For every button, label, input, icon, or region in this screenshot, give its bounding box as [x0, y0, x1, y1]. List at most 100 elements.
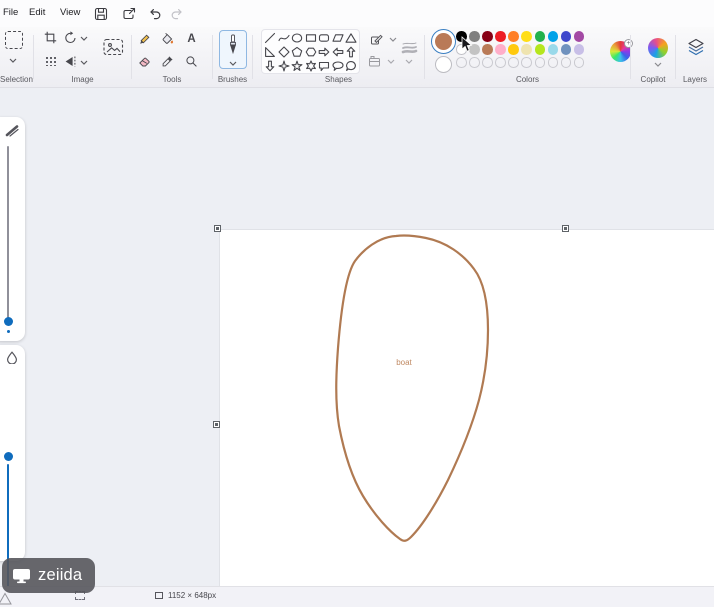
star-four-shape-icon[interactable]: [277, 59, 291, 73]
stroke-size-icon[interactable]: [400, 40, 418, 54]
palette-swatch[interactable]: [534, 31, 546, 42]
arrow-down-shape-icon[interactable]: [263, 59, 277, 73]
custom-color-slot[interactable]: [534, 57, 546, 68]
freehand-drawing: [335, 234, 490, 542]
share-icon[interactable]: [120, 5, 137, 22]
eraser-icon[interactable]: [138, 55, 151, 68]
menu-file[interactable]: File: [3, 7, 18, 18]
save-icon[interactable]: [92, 5, 109, 22]
primary-color-swatch[interactable]: [431, 29, 456, 54]
palette-swatch[interactable]: [547, 44, 559, 55]
size-slider-thumb[interactable]: [3, 317, 13, 326]
palette-swatch[interactable]: [482, 31, 493, 42]
color-picker-icon[interactable]: [161, 55, 174, 68]
speech-oval-shape-icon[interactable]: [331, 59, 345, 73]
selection-tool[interactable]: [5, 31, 23, 49]
secondary-color-swatch[interactable]: [435, 56, 452, 73]
parallelogram-shape-icon[interactable]: [331, 31, 345, 45]
speech-round-shape-icon[interactable]: [344, 59, 358, 73]
speech-rectangle-shape-icon[interactable]: [317, 59, 331, 73]
arrow-right-shape-icon[interactable]: [317, 45, 331, 59]
curve-shape-icon[interactable]: [277, 31, 291, 45]
rounded-rectangle-shape-icon[interactable]: [317, 31, 331, 45]
canvas-handle-left-middle[interactable]: [213, 421, 220, 428]
diamond-shape-icon[interactable]: [277, 45, 291, 59]
line-shape-icon[interactable]: [263, 31, 277, 45]
shape-fill-chevron-icon[interactable]: [387, 59, 395, 64]
monitor-icon: [13, 568, 30, 583]
custom-color-slot[interactable]: [521, 57, 532, 68]
palette-swatch[interactable]: [573, 31, 585, 42]
layers-icon[interactable]: [686, 37, 706, 57]
image-options-icon[interactable]: [103, 38, 124, 56]
canvas-handle-top-left[interactable]: [214, 225, 221, 232]
custom-color-slot[interactable]: [469, 57, 480, 68]
resize-icon[interactable]: [44, 55, 56, 66]
menu-edit[interactable]: Edit: [29, 7, 45, 18]
palette-swatch[interactable]: [508, 44, 519, 55]
palette-swatch[interactable]: [560, 44, 572, 55]
ribbon: Selection Image A Tools Brushes Shapes +…: [0, 27, 714, 88]
rotate-chevron-icon[interactable]: [80, 36, 88, 41]
size-slider-track[interactable]: [7, 146, 9, 318]
palette-swatch[interactable]: [547, 31, 559, 42]
shape-fill-icon[interactable]: [368, 55, 381, 68]
brush-icon: [229, 34, 237, 55]
custom-color-slot[interactable]: [495, 57, 506, 68]
copilot-icon[interactable]: [648, 38, 668, 58]
custom-color-slot[interactable]: [482, 57, 493, 68]
custom-color-slot[interactable]: [547, 57, 559, 68]
text-tool-icon[interactable]: A: [185, 32, 198, 45]
star-five-shape-icon[interactable]: [290, 59, 304, 73]
pencil-icon[interactable]: [138, 33, 151, 46]
selection-chevron-icon[interactable]: [9, 58, 17, 63]
hexagon-shape-icon[interactable]: [304, 45, 318, 59]
redo-icon[interactable]: [168, 5, 185, 22]
palette-swatch[interactable]: [534, 44, 546, 55]
palette-swatch[interactable]: [495, 44, 506, 55]
arrow-left-shape-icon[interactable]: [331, 45, 345, 59]
colors-group-label: Colors: [515, 75, 540, 84]
stroke-size-chevron-icon[interactable]: [405, 59, 413, 64]
rectangle-shape-icon[interactable]: [304, 31, 318, 45]
custom-color-slot[interactable]: [560, 57, 572, 68]
watermark-badge: zeiida: [2, 558, 96, 593]
custom-color-slot[interactable]: [508, 57, 519, 68]
palette-swatch[interactable]: [482, 44, 493, 55]
fill-icon[interactable]: [161, 33, 174, 46]
edit-colors-icon[interactable]: +: [610, 39, 633, 62]
shapes-group-label: Shapes: [324, 75, 353, 84]
right-triangle-shape-icon[interactable]: [263, 45, 277, 59]
menu-view[interactable]: View: [60, 7, 80, 18]
triangle-shape-icon[interactable]: [344, 31, 358, 45]
crop-icon[interactable]: [44, 31, 57, 44]
pentagon-shape-icon[interactable]: [290, 45, 304, 59]
palette-swatch[interactable]: [521, 31, 532, 42]
flip-icon[interactable]: [64, 55, 77, 68]
copilot-chevron-icon[interactable]: [654, 62, 662, 67]
custom-color-slot[interactable]: [573, 57, 585, 68]
palette-swatch[interactable]: [560, 31, 572, 42]
palette-swatch[interactable]: [508, 31, 519, 42]
custom-color-slot[interactable]: [456, 57, 467, 68]
palette-swatch[interactable]: [573, 44, 585, 55]
arrow-up-shape-icon[interactable]: [344, 45, 358, 59]
palette-swatch[interactable]: [521, 44, 532, 55]
canvas-handle-top-middle[interactable]: [562, 225, 569, 232]
ellipse-shape-icon[interactable]: [290, 31, 304, 45]
status-bar: 1152 × 648px: [0, 586, 714, 607]
star-six-shape-icon[interactable]: [304, 59, 318, 73]
flip-chevron-icon[interactable]: [80, 60, 88, 65]
palette-swatch[interactable]: [495, 31, 506, 42]
opacity-slider-panel: [0, 345, 25, 607]
magnifier-icon[interactable]: [185, 55, 198, 68]
shape-outline-icon[interactable]: [370, 33, 383, 46]
brushes-tool[interactable]: [219, 30, 247, 69]
size-icon: [5, 125, 19, 137]
opacity-slider-thumb[interactable]: [3, 452, 13, 461]
color-palette: [456, 31, 587, 70]
shape-outline-chevron-icon[interactable]: [389, 37, 397, 42]
undo-icon[interactable]: [146, 5, 163, 22]
corner-triangle-icon: [0, 592, 12, 605]
rotate-icon[interactable]: [64, 31, 77, 44]
